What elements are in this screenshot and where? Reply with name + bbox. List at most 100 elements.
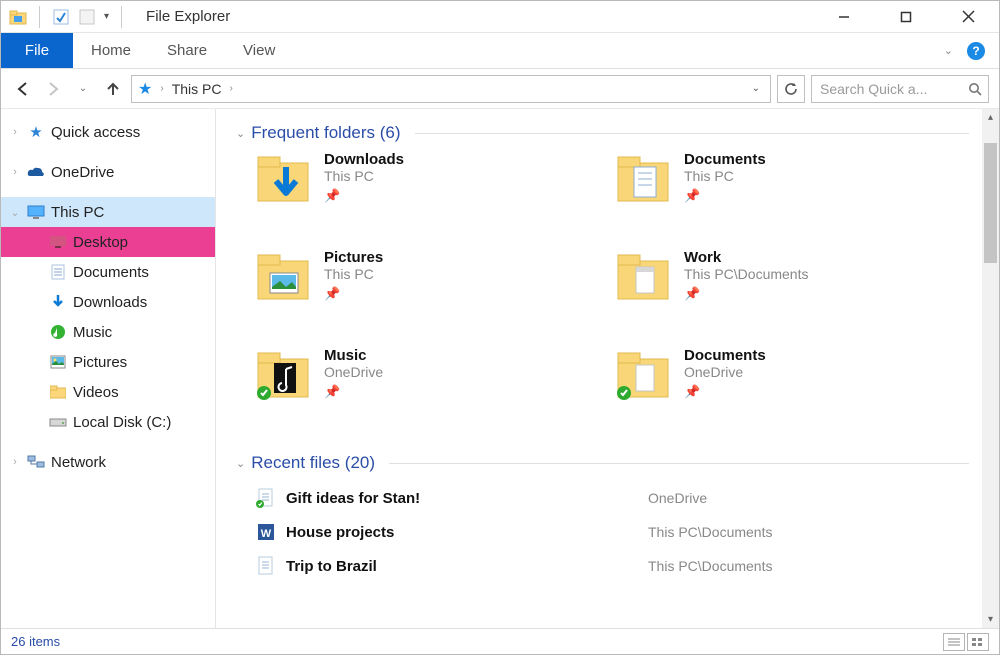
folder-icon (256, 347, 312, 403)
folder-path: This PC (324, 266, 383, 282)
nav-forward-button[interactable] (41, 77, 65, 101)
scroll-up-icon[interactable]: ▴ (982, 109, 999, 126)
drive-icon (49, 413, 67, 431)
window-title: File Explorer (134, 8, 230, 25)
pin-icon[interactable]: 📌 (684, 384, 700, 400)
pin-icon[interactable]: 📌 (684, 188, 700, 204)
pin-icon[interactable]: 📌 (324, 384, 340, 400)
tree-network[interactable]: › Network (1, 447, 215, 477)
tree-local-disk[interactable]: Local Disk (C:) (1, 407, 215, 437)
tree-this-pc[interactable]: ⌄ This PC (1, 197, 215, 227)
pin-icon[interactable]: 📌 (324, 286, 340, 302)
tree-downloads[interactable]: Downloads (1, 287, 215, 317)
folder-name: Pictures (324, 249, 383, 266)
tree-label: Music (73, 324, 112, 341)
quick-access-star-icon: ★ (138, 79, 152, 99)
file-row[interactable]: WHouse projectsThis PC\Documents (256, 515, 969, 549)
documents-icon (49, 263, 67, 281)
folder-path: This PC (324, 168, 404, 184)
folder-icon (616, 249, 672, 305)
close-button[interactable] (937, 1, 999, 33)
tree-label: Videos (73, 384, 119, 401)
qat-dropdown-icon[interactable]: ▾ (104, 11, 109, 22)
tab-home[interactable]: Home (73, 33, 149, 68)
view-details-button[interactable] (943, 633, 965, 651)
chevron-right-icon[interactable]: › (9, 166, 21, 178)
chevron-right-icon[interactable]: › (9, 456, 21, 468)
tree-label: Quick access (51, 124, 140, 141)
folder-tile[interactable]: PicturesThis PC 📌 (256, 249, 616, 341)
tree-pictures[interactable]: Pictures (1, 347, 215, 377)
separator (121, 6, 122, 28)
file-name: Trip to Brazil (286, 558, 638, 575)
folder-tile[interactable]: DocumentsThis PC📌 (616, 151, 976, 243)
folder-name: Downloads (324, 151, 404, 168)
qat-properties-icon[interactable] (52, 8, 70, 26)
nav-up-button[interactable] (101, 77, 125, 101)
chevron-right-icon[interactable]: › (160, 83, 163, 94)
tree-videos[interactable]: Videos (1, 377, 215, 407)
folder-icon (616, 151, 672, 207)
help-icon[interactable]: ? (967, 42, 985, 60)
tree-desktop[interactable]: Desktop (1, 227, 215, 257)
file-explorer-window: ▾ File Explorer File Home Share View ⌄ ?… (0, 0, 1000, 655)
navigation-pane: › ★ Quick access › OneDrive ⌄ This PC De… (1, 109, 216, 628)
recent-files-list: Gift ideas for Stan!OneDriveWHouse proje… (216, 481, 999, 583)
folder-tile[interactable]: DownloadsThis PC 📌 (256, 151, 616, 243)
scroll-thumb[interactable] (984, 143, 997, 263)
qat-new-folder-icon[interactable] (78, 8, 96, 26)
file-type-icon (256, 556, 276, 576)
tab-share[interactable]: Share (149, 33, 225, 68)
ribbon-collapse-icon[interactable]: ⌄ (944, 44, 953, 57)
tree-label: Desktop (73, 234, 128, 251)
search-box[interactable] (811, 75, 989, 103)
vertical-scrollbar[interactable]: ▴ ▾ (982, 109, 999, 628)
folder-tile[interactable]: WorkThis PC\Documents📌 (616, 249, 976, 341)
chevron-down-icon[interactable]: ⌄ (236, 127, 245, 140)
star-icon: ★ (27, 123, 45, 141)
tree-quick-access[interactable]: › ★ Quick access (1, 117, 215, 147)
folder-tile[interactable]: DocumentsOneDrive📌 (616, 347, 976, 439)
pin-icon[interactable]: 📌 (684, 286, 700, 302)
view-icons-button[interactable] (967, 633, 989, 651)
navigation-bar: ⌄ ★ › This PC › ⌄ (1, 69, 999, 109)
folder-tile[interactable]: MusicOneDrive📌 (256, 347, 616, 439)
group-header-frequent[interactable]: ⌄ Frequent folders (6) (216, 109, 999, 151)
app-icon (9, 8, 27, 26)
breadcrumb-segment[interactable]: This PC (172, 81, 222, 97)
file-row[interactable]: Gift ideas for Stan!OneDrive (256, 481, 969, 515)
view-toggles (943, 633, 989, 651)
tab-file[interactable]: File (1, 33, 73, 68)
folder-path: OneDrive (324, 364, 383, 380)
tree-label: Downloads (73, 294, 147, 311)
tree-onedrive[interactable]: › OneDrive (1, 157, 215, 187)
tree-label: Local Disk (C:) (73, 414, 171, 431)
address-dropdown-icon[interactable]: ⌄ (752, 83, 764, 94)
file-path: This PC\Documents (648, 524, 772, 540)
maximize-button[interactable] (875, 1, 937, 33)
group-header-recent[interactable]: ⌄ Recent files (20) (216, 439, 999, 481)
refresh-button[interactable] (777, 75, 805, 103)
address-bar[interactable]: ★ › This PC › ⌄ (131, 75, 771, 103)
file-path: This PC\Documents (648, 558, 772, 574)
chevron-down-icon[interactable]: ⌄ (236, 457, 245, 470)
nav-back-button[interactable] (11, 77, 35, 101)
search-input[interactable] (818, 80, 962, 98)
folder-name: Documents (684, 347, 766, 364)
svg-text:W: W (261, 528, 272, 540)
search-icon[interactable] (968, 82, 982, 96)
scroll-down-icon[interactable]: ▾ (982, 611, 999, 628)
chevron-down-icon[interactable]: ⌄ (9, 206, 21, 219)
chevron-right-icon[interactable]: › (9, 126, 21, 138)
tree-documents[interactable]: Documents (1, 257, 215, 287)
tree-music[interactable]: Music (1, 317, 215, 347)
nav-recent-dropdown[interactable]: ⌄ (71, 77, 95, 101)
chevron-right-icon[interactable]: › (229, 83, 232, 94)
title-bar: ▾ File Explorer (1, 1, 999, 33)
pin-icon[interactable]: 📌 (324, 188, 340, 204)
file-row[interactable]: Trip to Brazil This PC\Documents (256, 549, 969, 583)
tree-label: Documents (73, 264, 149, 281)
body: › ★ Quick access › OneDrive ⌄ This PC De… (1, 109, 999, 628)
tab-view[interactable]: View (225, 33, 293, 68)
minimize-button[interactable] (813, 1, 875, 33)
